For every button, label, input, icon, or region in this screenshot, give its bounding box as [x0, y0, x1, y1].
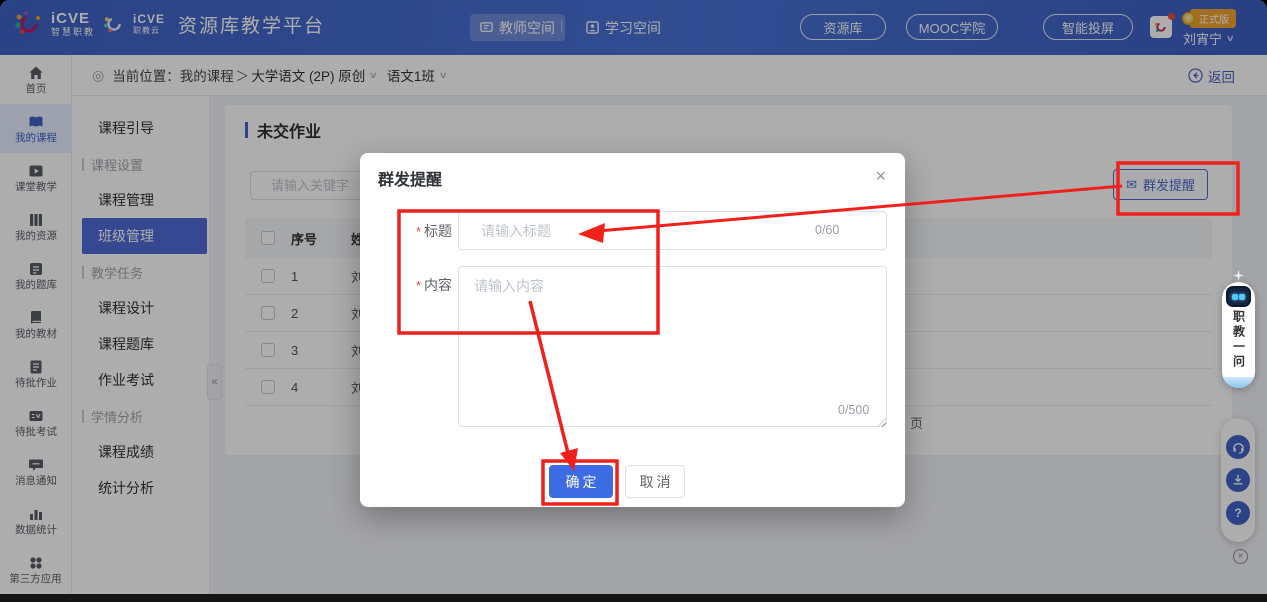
title-field-label: *标题: [390, 221, 452, 241]
assistant-label: 职教一问: [1233, 310, 1245, 370]
sparkle-icon: [1233, 270, 1244, 281]
required-asterisk: *: [416, 278, 421, 293]
content-field-label: *内容: [390, 275, 452, 295]
wave-decoration: [1222, 377, 1255, 388]
cancel-button[interactable]: 取消: [625, 465, 685, 498]
broadcast-reminder-dialog: 群发提醒 × *标题 0/60 *内容 0/500 确定 取消: [360, 153, 905, 507]
dialog-title: 群发提醒: [378, 166, 442, 190]
ai-assistant-widget[interactable]: 职教一问: [1222, 270, 1255, 388]
app-window: iCVE 智慧职教 iCVE 职教云 资源库教学平台 教师空间 | 学习空间 资…: [0, 0, 1267, 594]
close-icon: ×: [875, 166, 886, 186]
confirm-button[interactable]: 确定: [549, 465, 613, 498]
content-textarea[interactable]: [458, 266, 887, 427]
dialog-close-button[interactable]: ×: [871, 163, 890, 189]
content-char-counter: 0/500: [838, 403, 869, 417]
window-bottom-bar: [0, 594, 1267, 602]
title-char-counter: 0/60: [815, 223, 839, 237]
required-asterisk: *: [416, 224, 421, 239]
robot-face-icon: [1226, 286, 1251, 307]
